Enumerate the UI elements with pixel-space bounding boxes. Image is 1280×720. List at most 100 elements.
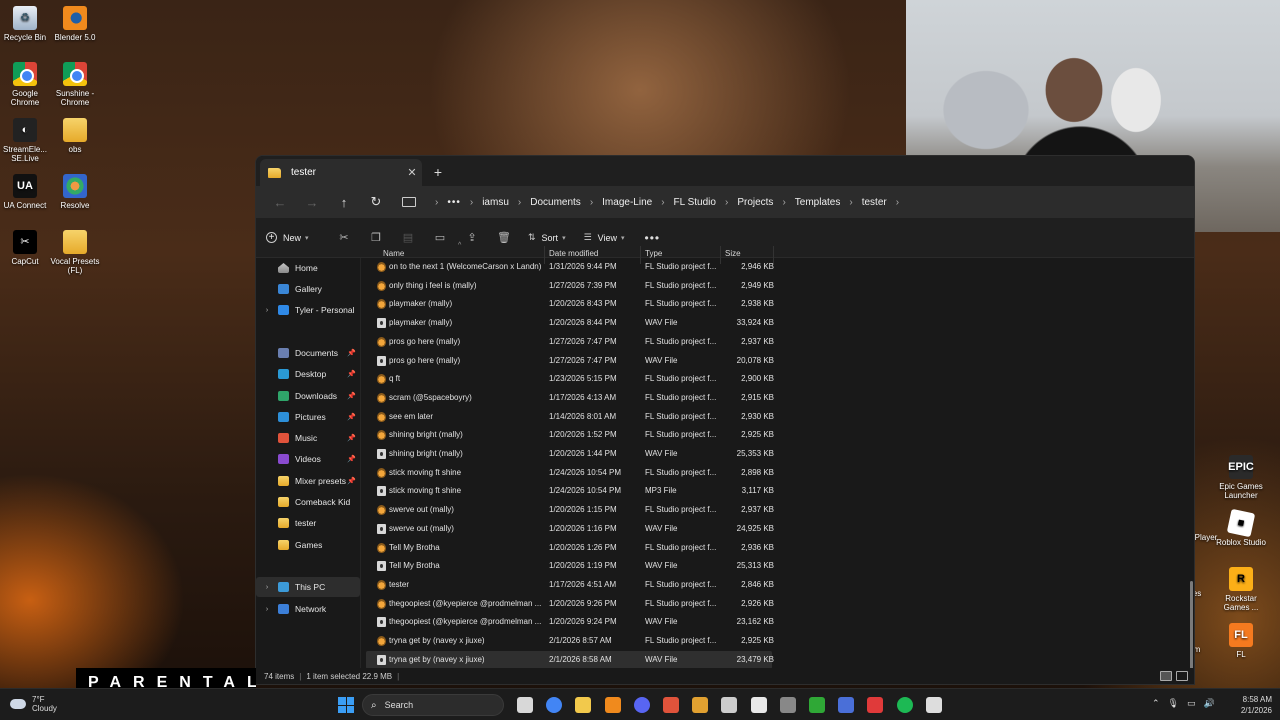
table-row[interactable]: only thing i feel is (mally) 1/27/2026 7:… <box>366 277 774 295</box>
desktop-icon[interactable]: R Rockstar Games ... <box>1213 567 1269 612</box>
desktop-icon[interactable]: ◐ StreamEle... SE.Live <box>0 118 53 163</box>
rename-icon[interactable]: ▭ <box>424 231 456 244</box>
xbox-icon[interactable] <box>809 697 825 713</box>
table-row[interactable]: swerve out (mally) 1/20/2026 1:15 PM FL St… <box>366 501 774 519</box>
spotify-icon[interactable] <box>896 697 913 713</box>
chevron-right-icon[interactable]: › <box>256 606 278 613</box>
details-view-icon[interactable] <box>1160 671 1172 681</box>
new-tab-button[interactable]: + <box>428 162 448 182</box>
microphone-icon[interactable]: 🎙 <box>1168 698 1179 709</box>
sidebar-item[interactable]: tester <box>256 513 360 533</box>
task-view-icon[interactable] <box>517 697 533 713</box>
sidebar-item[interactable]: Desktop 📌 <box>256 364 360 384</box>
app-icon[interactable] <box>838 697 855 713</box>
view-button[interactable]: ☰ View ▾ <box>584 232 625 243</box>
copy-icon[interactable]: ❐ <box>360 231 392 244</box>
table-row[interactable]: stick moving ft shine 1/24/2026 10:54 PM M… <box>366 482 774 500</box>
cut-icon[interactable]: ✂ <box>328 231 360 244</box>
sidebar-item[interactable]: Videos 📌 <box>256 449 360 469</box>
table-row[interactable]: Tell My Brotha 1/20/2026 1:19 PM WAV File 2… <box>366 557 774 575</box>
close-icon[interactable]: ✕ <box>402 166 422 179</box>
chrome-icon[interactable] <box>546 697 563 713</box>
column-header-size[interactable]: Size <box>725 249 741 258</box>
breadcrumb-item[interactable]: Templates <box>795 197 841 208</box>
sidebar-item[interactable]: Mixer presets 📌 <box>256 471 360 491</box>
table-row[interactable]: pros go here (mally) 1/27/2026 7:47 PM FL … <box>366 333 774 351</box>
taskbar-search[interactable]: ⌕ Search <box>362 694 504 716</box>
clock[interactable]: 8:58 AM 2/1/2026 <box>1241 694 1272 716</box>
desktop-icon[interactable]: ✂ CapCut <box>0 230 53 266</box>
breadcrumb-item[interactable]: Image-Line <box>602 197 652 208</box>
forward-button[interactable]: → <box>296 195 328 210</box>
table-row[interactable]: see em later 1/14/2026 8:01 AM FL Studio p… <box>366 408 774 426</box>
desktop-icon[interactable]: Blender 5.0 <box>47 6 103 42</box>
desktop-icon[interactable]: ■ Roblox Studio <box>1213 508 1269 547</box>
desktop-icon[interactable]: Vocal Presets (FL) <box>47 230 103 275</box>
table-row[interactable]: shining bright (mally) 1/20/2026 1:52 PM F… <box>366 426 774 444</box>
more-options-button[interactable]: ••• <box>645 231 661 245</box>
app-icon[interactable] <box>750 697 767 713</box>
tiles-view-icon[interactable] <box>1176 671 1188 681</box>
table-row[interactable]: playmaker (mally) 1/20/2026 8:43 PM FL Stu… <box>366 295 774 313</box>
table-row[interactable]: playmaker (mally) 1/20/2026 8:44 PM WAV Fi… <box>366 314 774 332</box>
new-button[interactable]: + New ▾ <box>266 232 328 243</box>
table-row[interactable]: shining bright (mally) 1/20/2026 1:44 PM W… <box>366 445 774 463</box>
app-icon[interactable] <box>867 697 884 713</box>
app-icon[interactable] <box>779 697 796 713</box>
chevron-up-icon[interactable]: ⌃ <box>1152 698 1160 709</box>
breadcrumb-item[interactable]: tester <box>862 197 887 208</box>
desktop-icon[interactable]: Resolve <box>47 174 103 210</box>
sort-button[interactable]: ⇅ Sort ▾ <box>528 232 566 243</box>
table-row[interactable]: Tell My Brotha 1/20/2026 1:26 PM FL Studio… <box>366 539 774 557</box>
table-row[interactable]: swerve out (mally) 1/20/2026 1:16 PM WAV F… <box>366 520 774 538</box>
table-row[interactable]: tryna get by (navey x jiuxe) 2/1/2026 8:5… <box>366 650 774 669</box>
desktop-icon[interactable]: Sunshine - Chrome <box>47 62 103 107</box>
file-explorer-icon[interactable] <box>575 697 592 713</box>
sidebar-item[interactable]: Games <box>256 535 360 555</box>
app-icon[interactable] <box>692 697 709 713</box>
sidebar-item[interactable]: Downloads 📌 <box>256 386 360 406</box>
sidebar-item[interactable]: Gallery <box>256 279 360 299</box>
desktop-icon-partial-player[interactable]: Player <box>1192 533 1220 542</box>
table-row[interactable]: pros go here (mally) 1/27/2026 7:47 PM WAV… <box>366 352 774 370</box>
sidebar-item[interactable]: Documents 📌 <box>256 343 360 363</box>
table-row[interactable]: thegoopiest (@kyepierce @prodmelman ... 1… <box>366 613 774 631</box>
table-row[interactable]: stick moving ft shine 1/24/2026 10:54 PM F… <box>366 464 774 482</box>
column-header-date[interactable]: Date modified <box>549 249 598 258</box>
breadcrumb-item[interactable]: FL Studio <box>674 197 716 208</box>
refresh-button[interactable]: ↻ <box>360 194 392 210</box>
chevron-right-icon[interactable]: › <box>896 197 899 208</box>
sidebar-item[interactable]: › Tyler - Personal <box>256 300 360 320</box>
tab-tester[interactable]: tester ✕ <box>260 159 422 186</box>
table-row[interactable]: tester 1/17/2026 4:51 AM FL Studio project… <box>366 576 774 594</box>
back-button[interactable]: ← <box>264 195 296 210</box>
weather-widget[interactable]: 7°F Cloudy <box>10 695 57 713</box>
breadcrumb[interactable]: › ••• › iamsu › Documents › Image-Line › FL Stu… <box>402 190 908 214</box>
network-icon[interactable]: ▭ <box>1187 698 1196 709</box>
breadcrumb-overflow-button[interactable]: ••• <box>447 197 461 208</box>
paste-icon[interactable]: ▤ <box>392 231 424 244</box>
desktop-icon[interactable]: ♻ Recycle Bin <box>0 6 53 42</box>
sidebar-item[interactable]: Home <box>256 258 360 278</box>
table-row[interactable]: tryna get by (navey x jiuxe) 2/1/2026 8:5… <box>366 632 774 650</box>
app-icon[interactable] <box>925 697 942 713</box>
table-row[interactable]: scram (@5spaceboyry) 1/17/2026 4:13 AM FL … <box>366 389 774 407</box>
breadcrumb-item[interactable]: Documents <box>530 197 581 208</box>
table-row[interactable]: thegoopiest (@kyepierce @prodmelman ... 1… <box>366 595 774 613</box>
column-header-name[interactable]: Name <box>383 249 404 258</box>
delete-icon[interactable]: 🗑 <box>488 231 520 244</box>
table-row[interactable]: q ft 1/23/2026 5:15 PM FL Studio project f… <box>366 370 774 388</box>
chevron-right-icon[interactable]: › <box>256 584 278 591</box>
desktop-icon[interactable]: obs <box>47 118 103 154</box>
fl-studio-icon[interactable] <box>604 697 621 713</box>
sidebar-item[interactable]: Comeback Kid <box>256 492 360 512</box>
sidebar-item[interactable]: › This PC <box>256 577 360 597</box>
chevron-right-icon[interactable]: › <box>256 307 278 314</box>
desktop-icon[interactable]: FL FL <box>1213 623 1269 659</box>
desktop-icon[interactable]: UA UA Connect <box>0 174 53 210</box>
start-button[interactable] <box>338 697 354 713</box>
column-header-type[interactable]: Type <box>645 249 662 258</box>
sidebar-item[interactable]: › Network <box>256 599 360 619</box>
discord-icon[interactable] <box>633 697 650 713</box>
breadcrumb-item[interactable]: iamsu <box>482 197 509 208</box>
